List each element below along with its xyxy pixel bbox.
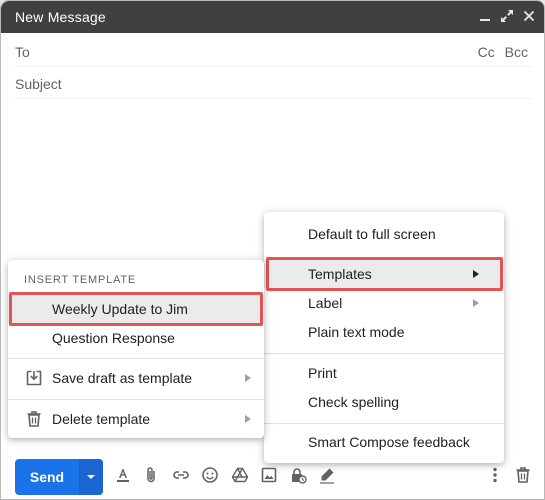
menu-item-check-spelling[interactable]: Check spelling [264,388,504,416]
menu-item-plain-text-mode[interactable]: Plain text mode [264,318,504,346]
menu-divider [8,399,264,400]
compose-title: New Message [15,9,106,25]
menu-divider [8,358,264,359]
menu-item-delete-template[interactable]: Delete template [8,405,264,433]
save-template-icon [24,368,44,388]
formatting-options-icon[interactable] [113,465,133,485]
send-button-group: Send [15,459,103,495]
schedule-send-button[interactable] [80,459,103,495]
menu-divider [264,423,504,424]
template-question-response[interactable]: Question Response [8,324,264,352]
close-icon[interactable] [520,7,538,25]
submenu-arrow-icon [473,299,479,307]
insert-link-icon[interactable] [171,465,191,485]
google-drive-icon[interactable] [230,465,250,485]
more-options-menu: Default to full screen Templates Label P… [264,212,504,463]
submenu-arrow-icon [245,415,251,423]
menu-item-label[interactable]: Label [264,289,504,317]
attach-files-icon[interactable] [141,465,161,485]
bcc-link[interactable]: Bcc [505,44,528,60]
subject-placeholder: Subject [15,76,62,92]
confidential-mode-icon[interactable] [288,465,308,485]
templates-submenu: INSERT TEMPLATE Weekly Update to Jim Que… [8,260,264,438]
insert-template-heading: INSERT TEMPLATE [24,274,137,286]
more-options-icon[interactable] [485,465,505,485]
trash-icon [24,409,44,429]
menu-item-smart-compose-feedback[interactable]: Smart Compose feedback [264,428,504,456]
discard-draft-icon[interactable] [513,465,533,485]
cc-bcc-links: Cc Bcc [478,44,528,60]
menu-item-default-full-screen[interactable]: Default to full screen [264,220,504,248]
submenu-arrow-icon [245,374,251,382]
full-screen-icon[interactable] [498,7,516,25]
menu-divider [264,353,504,354]
chevron-down-icon [87,475,95,479]
send-button[interactable]: Send [15,459,79,495]
to-label: To [15,44,30,60]
weekly-update-highlight-box [9,292,263,326]
insert-signature-icon[interactable] [317,465,337,485]
to-field[interactable]: To Cc Bcc [15,35,532,67]
insert-emoji-icon[interactable] [200,465,220,485]
compose-titlebar[interactable]: New Message [1,1,544,33]
templates-highlight-box [266,257,503,291]
menu-item-save-draft-as-template[interactable]: Save draft as template [8,364,264,392]
cc-link[interactable]: Cc [478,44,495,60]
menu-item-print[interactable]: Print [264,359,504,387]
subject-field[interactable]: Subject [15,67,532,99]
insert-photo-icon[interactable] [259,465,279,485]
minimize-icon[interactable] [476,7,494,25]
